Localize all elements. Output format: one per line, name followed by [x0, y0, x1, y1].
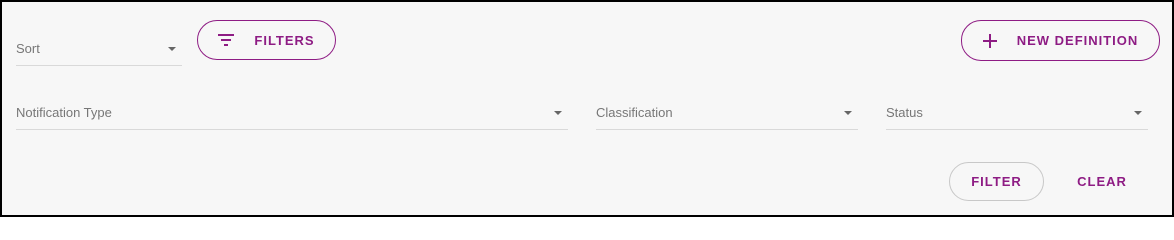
plus-icon [982, 33, 997, 48]
new-definition-button[interactable]: NEW DEFINITION [961, 20, 1160, 61]
sort-select-label: Sort [16, 41, 40, 56]
arrow-drop-down-icon [554, 111, 562, 115]
arrow-drop-down-icon [1134, 111, 1142, 115]
filter-button[interactable]: FILTER [949, 162, 1044, 201]
filter-button-label: FILTER [971, 174, 1022, 189]
status-select[interactable]: Status [886, 101, 1148, 130]
sort-select[interactable]: Sort [16, 37, 182, 66]
arrow-drop-down-icon [168, 47, 176, 51]
filters-button-label: FILTERS [254, 32, 315, 48]
filters-button[interactable]: FILTERS [197, 20, 336, 60]
clear-button-label: CLEAR [1077, 174, 1127, 189]
new-definition-button-label: NEW DEFINITION [1016, 33, 1139, 48]
arrow-drop-down-icon [844, 111, 852, 115]
notification-type-select-label: Notification Type [16, 105, 112, 120]
filter-panel: Sort FILTERS NEW DEFINITION Notification… [0, 0, 1174, 217]
notification-type-select[interactable]: Notification Type [16, 101, 568, 130]
status-select-label: Status [886, 105, 923, 120]
classification-select-label: Classification [596, 105, 673, 120]
classification-select[interactable]: Classification [596, 101, 858, 130]
filter-list-icon [218, 34, 235, 46]
clear-button[interactable]: CLEAR [1062, 162, 1142, 201]
